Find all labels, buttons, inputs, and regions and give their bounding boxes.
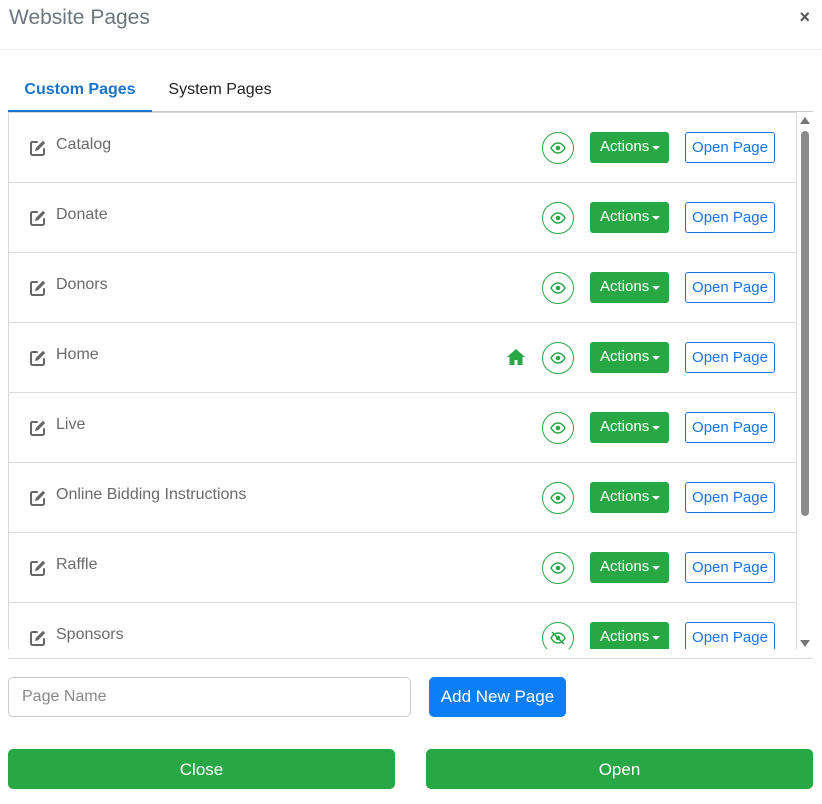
divider xyxy=(8,658,813,659)
actions-label: Actions xyxy=(600,208,650,225)
actions-label: Actions xyxy=(600,418,650,435)
page-name[interactable]: Online Bidding Instructions xyxy=(56,486,246,504)
actions-label: Actions xyxy=(600,348,650,365)
edit-icon[interactable] xyxy=(29,629,47,647)
scroll-down-arrow[interactable] xyxy=(800,640,810,647)
page-row: Home Actions Open Page xyxy=(9,323,796,393)
page-row: Donors Actions Open Page xyxy=(9,253,796,323)
caret-down-icon xyxy=(652,636,660,640)
pages-list: Catalog Actions Open Page Donate Actions Open… xyxy=(8,112,797,649)
website-pages-modal: Website Pages × Custom Pages System Page… xyxy=(0,0,822,804)
open-page-button[interactable]: Open Page xyxy=(685,132,775,163)
close-icon[interactable]: × xyxy=(799,7,810,28)
add-new-page-button[interactable]: Add New Page xyxy=(429,677,566,717)
eye-icon[interactable] xyxy=(542,412,574,444)
tab-custom-pages[interactable]: Custom Pages xyxy=(8,76,152,112)
page-row: Online Bidding Instructions Actions Open P… xyxy=(9,463,796,533)
edit-icon[interactable] xyxy=(29,139,47,157)
page-name[interactable]: Donate xyxy=(56,206,108,224)
open-button[interactable]: Open xyxy=(426,749,813,789)
page-row: Live Actions Open Page xyxy=(9,393,796,463)
caret-down-icon xyxy=(652,496,660,500)
page-name[interactable]: Catalog xyxy=(56,136,111,154)
page-name[interactable]: Raffle xyxy=(56,556,98,574)
page-name[interactable]: Live xyxy=(56,416,85,434)
open-page-button[interactable]: Open Page xyxy=(685,622,775,649)
eye-icon[interactable] xyxy=(542,342,574,374)
open-page-button[interactable]: Open Page xyxy=(685,482,775,513)
actions-button[interactable]: Actions xyxy=(590,342,669,373)
open-page-button[interactable]: Open Page xyxy=(685,552,775,583)
open-page-button[interactable]: Open Page xyxy=(685,342,775,373)
edit-icon[interactable] xyxy=(29,489,47,507)
home-icon xyxy=(506,347,526,367)
edit-icon[interactable] xyxy=(29,419,47,437)
actions-button[interactable]: Actions xyxy=(590,412,669,443)
page-name[interactable]: Donors xyxy=(56,276,108,294)
actions-label: Actions xyxy=(600,558,650,575)
open-page-button[interactable]: Open Page xyxy=(685,412,775,443)
caret-down-icon xyxy=(652,286,660,290)
edit-icon[interactable] xyxy=(29,209,47,227)
page-name[interactable]: Sponsors xyxy=(56,626,124,644)
actions-label: Actions xyxy=(600,628,650,645)
caret-down-icon xyxy=(652,216,660,220)
actions-button[interactable]: Actions xyxy=(590,482,669,513)
actions-button[interactable]: Actions xyxy=(590,272,669,303)
caret-down-icon xyxy=(652,426,660,430)
page-name[interactable]: Home xyxy=(56,346,99,364)
tab-system-pages[interactable]: System Pages xyxy=(160,76,280,112)
scroll-thumb[interactable] xyxy=(801,131,809,516)
eye-icon[interactable] xyxy=(542,202,574,234)
caret-down-icon xyxy=(652,566,660,570)
page-row: Donate Actions Open Page xyxy=(9,183,796,253)
edit-icon[interactable] xyxy=(29,279,47,297)
list-scrollbar[interactable] xyxy=(799,112,811,650)
actions-button[interactable]: Actions xyxy=(590,202,669,233)
eye-icon[interactable] xyxy=(542,482,574,514)
actions-label: Actions xyxy=(600,278,650,295)
caret-down-icon xyxy=(652,146,660,150)
actions-label: Actions xyxy=(600,488,650,505)
eye-icon[interactable] xyxy=(542,552,574,584)
actions-button[interactable]: Actions xyxy=(590,622,669,649)
eye-icon[interactable] xyxy=(542,272,574,304)
actions-label: Actions xyxy=(600,138,650,155)
open-page-button[interactable]: Open Page xyxy=(685,272,775,303)
page-row: Catalog Actions Open Page xyxy=(9,113,796,183)
modal-header: Website Pages × xyxy=(0,0,822,50)
eye-slash-icon[interactable] xyxy=(542,622,574,649)
page-row: Raffle Actions Open Page xyxy=(9,533,796,603)
caret-down-icon xyxy=(652,356,660,360)
page-tabs: Custom Pages System Pages xyxy=(8,76,813,112)
edit-icon[interactable] xyxy=(29,559,47,577)
scroll-up-arrow[interactable] xyxy=(800,117,810,124)
page-row: Sponsors Actions Open Page xyxy=(9,603,796,649)
open-page-button[interactable]: Open Page xyxy=(685,202,775,233)
page-name-input[interactable] xyxy=(8,677,411,717)
modal-title: Website Pages xyxy=(9,6,150,29)
actions-button[interactable]: Actions xyxy=(590,132,669,163)
edit-icon[interactable] xyxy=(29,349,47,367)
close-button[interactable]: Close xyxy=(8,749,395,789)
eye-icon[interactable] xyxy=(542,132,574,164)
actions-button[interactable]: Actions xyxy=(590,552,669,583)
